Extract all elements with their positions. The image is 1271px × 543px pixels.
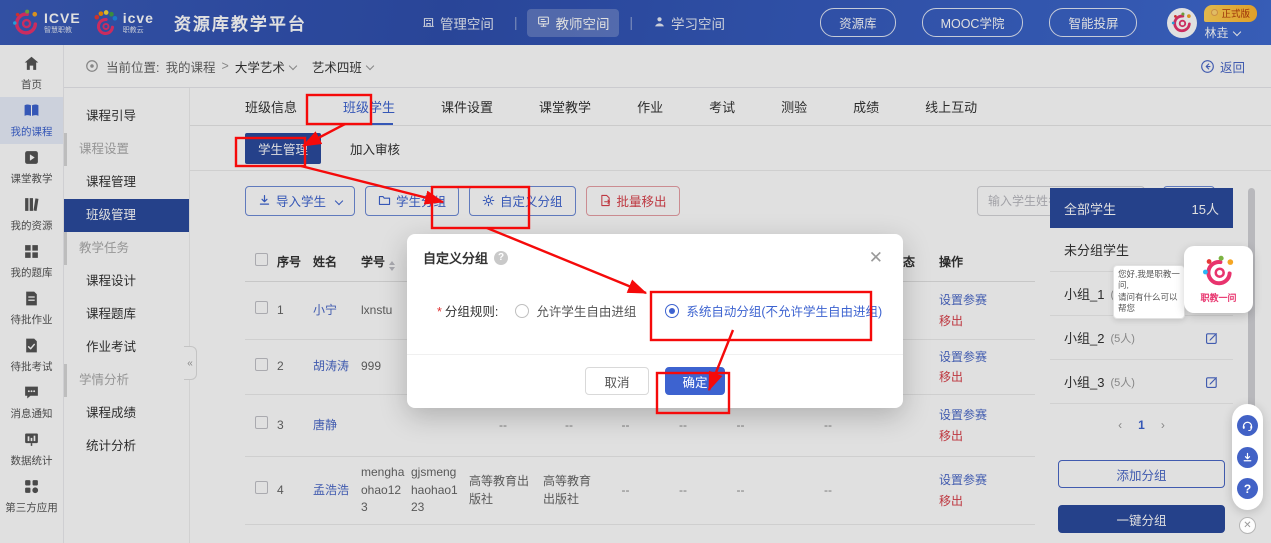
- help-icon[interactable]: ?: [494, 250, 509, 265]
- cancel-button[interactable]: 取消: [585, 367, 649, 395]
- rule-label: 分组规则:: [437, 301, 498, 320]
- custom-group-modal: 自定义分组 ? ✕ 分组规则: 允许学生自由进组 系统自动分组(不允许学生自由进…: [407, 234, 903, 408]
- radio-auto-group[interactable]: 系统自动分组(不允许学生自由进组): [665, 301, 882, 320]
- confirm-button[interactable]: 确定: [665, 367, 725, 395]
- help-center-icon[interactable]: ?: [1237, 478, 1258, 500]
- radio-icon-selected: [665, 303, 680, 318]
- close-icon[interactable]: ✕: [865, 247, 887, 268]
- close-toolbar-icon[interactable]: ✕: [1239, 517, 1256, 534]
- floating-toolbar: ?: [1232, 404, 1263, 510]
- assistant-logo-icon: [1202, 255, 1233, 286]
- radio-free-join[interactable]: 允许学生自由进组: [515, 301, 636, 320]
- download-center-icon[interactable]: [1237, 446, 1258, 468]
- radio-icon: [515, 303, 530, 318]
- customer-service-icon[interactable]: [1237, 414, 1258, 436]
- assistant-widget[interactable]: 职教一问: [1184, 246, 1253, 313]
- modal-title: 自定义分组: [423, 251, 489, 266]
- assistant-tooltip: 您好,我是职教一问, 请问有什么可以帮您: [1113, 265, 1185, 319]
